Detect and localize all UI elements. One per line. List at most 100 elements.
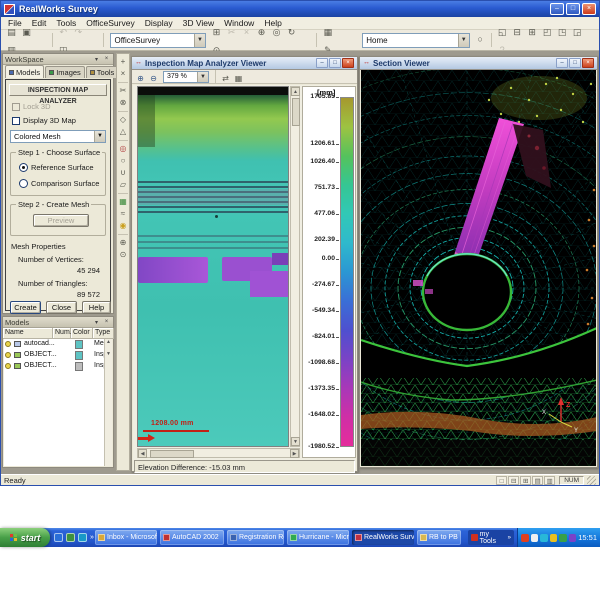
home-combo[interactable]: Home▼ <box>362 33 469 48</box>
maximize-button[interactable]: □ <box>566 3 580 15</box>
panel-menu-icon[interactable]: ▾ <box>92 319 101 326</box>
minimize-button[interactable]: – <box>316 58 328 68</box>
chevron-more-icon[interactable]: » <box>90 534 94 541</box>
inspect-tool-icon[interactable]: ◉ <box>117 220 129 232</box>
lock-3d-checkbox[interactable]: Lock 3D <box>12 102 51 111</box>
taskbar-task[interactable]: AutoCAD 2002 <box>160 530 224 545</box>
quick-launch-icon[interactable] <box>66 533 75 542</box>
tray-icon[interactable] <box>540 534 548 542</box>
scroll-right-icon[interactable]: ▶ <box>290 449 299 458</box>
column-num[interactable]: Num... <box>53 328 71 339</box>
comparison-surface-radio[interactable]: Comparison Surface <box>19 179 99 188</box>
quick-launch-icon[interactable] <box>78 533 87 542</box>
column-color[interactable]: Color <box>71 328 93 339</box>
checkbox-icon[interactable] <box>12 103 20 111</box>
redo-icon[interactable]: ↷ <box>71 26 86 40</box>
measure-icon[interactable]: ⊕ <box>254 26 269 40</box>
panel-close-icon[interactable]: × <box>102 319 111 325</box>
contour-tool-icon[interactable]: ≈ <box>117 208 129 220</box>
select-tool-icon[interactable]: + <box>117 56 129 68</box>
printer-status-icon[interactable]: ▤ <box>532 476 543 485</box>
extract-tool-icon[interactable]: △ <box>117 126 129 138</box>
radio-icon[interactable] <box>19 179 28 188</box>
chevron-more-icon[interactable]: » <box>508 535 511 541</box>
close-analyzer-button[interactable]: Close <box>46 301 77 314</box>
quick-launch-icon[interactable] <box>54 533 63 542</box>
model-row[interactable]: OBJECT...Inspectio <box>4 350 104 361</box>
maximize-button[interactable]: □ <box>329 58 341 68</box>
tray-icon[interactable] <box>559 534 567 542</box>
visibility-bulb-icon[interactable] <box>5 341 11 347</box>
undo-icon[interactable]: ↶ <box>56 26 71 40</box>
section-viewer-title-bar[interactable]: ↔ Section Viewer – □ × <box>360 57 597 70</box>
maximize-button[interactable]: □ <box>569 58 581 68</box>
split-vertical-icon[interactable]: ◲ <box>570 26 585 40</box>
scrollbar-thumb[interactable] <box>292 98 300 126</box>
cylinder-tool-icon[interactable]: ∪ <box>117 167 129 179</box>
column-name[interactable]: Name <box>3 328 53 339</box>
cascade-windows-icon[interactable]: ◱ <box>495 26 510 40</box>
tab-images[interactable]: Images <box>45 66 85 78</box>
new-viewer-icon[interactable]: ◰ <box>540 26 555 40</box>
minimize-button[interactable]: – <box>550 3 564 15</box>
mesh-type-select[interactable]: Colored Mesh▼ <box>10 130 106 143</box>
taskbar-task[interactable]: Registration Rep... <box>227 530 284 545</box>
workspace-panel-header[interactable]: WorkSpace ▾ × <box>3 54 113 65</box>
user-icon[interactable]: ○ <box>473 33 488 47</box>
display-mode-icon[interactable]: ▦ <box>232 73 245 85</box>
fit-width-icon[interactable]: ⇄ <box>219 73 232 85</box>
panel-close-icon[interactable]: × <box>102 56 111 62</box>
open-icon[interactable]: ▤ <box>4 26 19 40</box>
mesh-tool-icon[interactable]: ▦ <box>117 196 129 208</box>
tile-vertical-icon[interactable]: ⊞ <box>525 26 540 40</box>
fit-view-icon[interactable]: ⊞ <box>209 26 224 40</box>
chevron-down-icon[interactable]: ▼ <box>197 72 208 82</box>
checkbox-icon[interactable] <box>12 117 20 125</box>
menu-display[interactable]: Display <box>140 17 178 29</box>
scroll-left-icon[interactable]: ◀ <box>138 449 147 458</box>
measure-tool-icon[interactable]: ⊕ <box>117 237 129 249</box>
tray-icon[interactable] <box>531 534 539 542</box>
scroll-up-icon[interactable]: ▲ <box>291 87 300 96</box>
chevron-down-icon[interactable]: ▼ <box>458 34 469 47</box>
rotate-icon[interactable]: ↻ <box>284 26 299 40</box>
circle-tool-icon[interactable]: ○ <box>117 155 129 167</box>
layout-split-icon[interactable]: ⊟ <box>508 476 519 485</box>
split-horizontal-icon[interactable]: ◳ <box>555 26 570 40</box>
zoom-out-icon[interactable]: ⊖ <box>147 73 160 85</box>
layout-quad-icon[interactable]: ⊞ <box>520 476 531 485</box>
snapshot-status-icon[interactable]: ▥ <box>544 476 555 485</box>
plane-tool-icon[interactable]: ▱ <box>117 179 129 191</box>
cut-tool-icon[interactable]: ✂ <box>117 85 129 97</box>
sampling-tool-icon[interactable]: ◇ <box>117 114 129 126</box>
visibility-bulb-icon[interactable] <box>5 363 11 369</box>
taskbar-task[interactable]: Hurricane - Micro... <box>287 530 349 545</box>
help-button[interactable]: Help <box>82 301 111 314</box>
models-panel-header[interactable]: Models ▾ × <box>3 317 113 328</box>
tile-horizontal-icon[interactable]: ⊟ <box>510 26 525 40</box>
scrollbar-thumb[interactable] <box>150 450 194 458</box>
my-tools-toolbar[interactable]: my Tools » <box>468 530 514 545</box>
visibility-bulb-icon[interactable] <box>5 352 11 358</box>
tray-icon[interactable] <box>569 534 577 542</box>
zoom-level-combo[interactable]: 379 %▼ <box>163 71 209 83</box>
tab-models[interactable]: Models <box>5 65 44 78</box>
deselect-tool-icon[interactable]: × <box>117 68 129 80</box>
taskbar-task[interactable]: Inbox - Microsof... <box>95 530 157 545</box>
scroll-down-icon[interactable]: ▼ <box>291 437 300 446</box>
model-row[interactable]: OBJECT...Inspectio <box>4 361 104 372</box>
inspection-map[interactable]: 1208.00 mm <box>137 86 289 447</box>
reference-surface-radio[interactable]: Reference Surface <box>19 163 94 172</box>
preview-button[interactable]: Preview <box>33 214 89 227</box>
panel-menu-icon[interactable]: ▾ <box>92 56 101 63</box>
resize-grip[interactable] <box>587 476 596 485</box>
taskbar-task[interactable]: RB to PB <box>417 530 461 545</box>
section-3d-view[interactable]: Z X Y <box>361 70 596 466</box>
close-button[interactable]: × <box>342 58 354 68</box>
create-button[interactable]: Create <box>10 301 41 314</box>
radio-icon[interactable] <box>19 163 28 172</box>
tab-tools[interactable]: Tools <box>86 66 119 78</box>
close-button[interactable]: × <box>582 3 596 15</box>
save-icon[interactable]: ▣ <box>19 26 34 40</box>
taskbar-task[interactable]: RealWorks Survey <box>352 530 414 545</box>
